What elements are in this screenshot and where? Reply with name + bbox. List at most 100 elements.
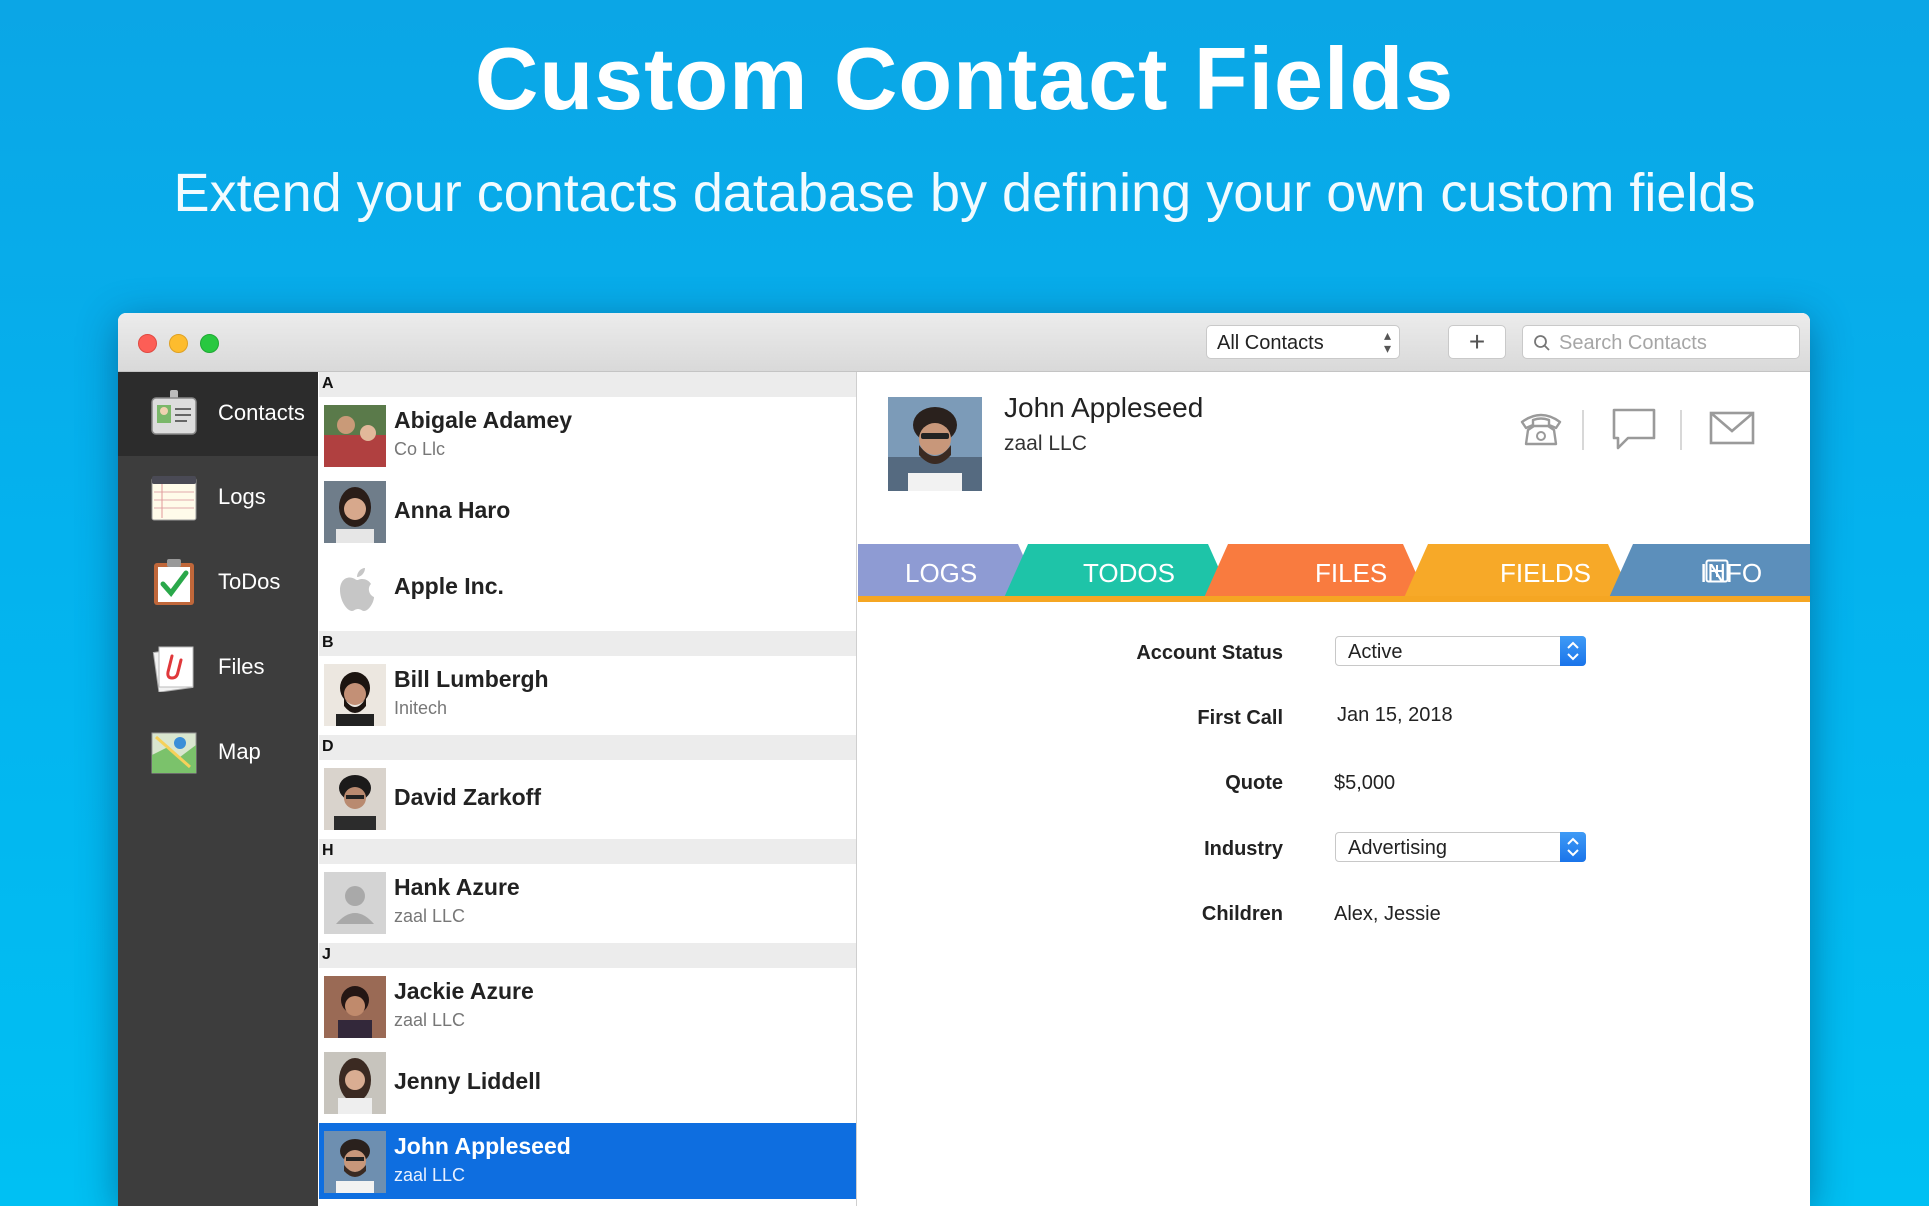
sidebar-item-files[interactable]: Files: [118, 626, 318, 710]
tab-underline: [858, 596, 1810, 602]
contact-detail-company: zaal LLC: [1004, 432, 1087, 455]
contact-company: Co Llc: [394, 439, 446, 459]
scope-select-value: All Contacts: [1217, 332, 1324, 354]
message-icon[interactable]: [1610, 406, 1658, 450]
contact-photo[interactable]: [888, 397, 982, 491]
contact-name: Hank Azure: [394, 874, 520, 900]
contact-row[interactable]: Jenny Liddell: [319, 1044, 856, 1120]
section-header: B: [319, 631, 856, 656]
sidebar-item-label: Logs: [218, 484, 266, 509]
zoom-window-button[interactable]: [200, 334, 219, 353]
account-status-value: Active: [1348, 641, 1403, 663]
field-label-first-call: First Call: [1197, 707, 1283, 729]
chevron-updown-icon: [1560, 636, 1586, 666]
contact-row[interactable]: Apple Inc.: [319, 549, 856, 625]
field-label-industry: Industry: [1204, 838, 1283, 860]
phone-icon[interactable]: [1518, 408, 1564, 448]
sidebar-item-label: Map: [218, 739, 261, 764]
plus-icon: +: [1468, 326, 1486, 357]
detail-tabs: LOGS TODOS FILES FIELDS INFO: [858, 544, 1810, 600]
contact-name: Bill Lumbergh: [394, 666, 549, 692]
sidebar-item-contacts[interactable]: Contacts: [118, 372, 318, 456]
mail-icon[interactable]: [1708, 410, 1756, 446]
section-letter: A: [322, 375, 334, 392]
hero-subtitle: Extend your contacts database by definin…: [173, 163, 1756, 223]
avatar-placeholder-icon: [324, 872, 386, 934]
avatar: [324, 1131, 386, 1193]
map-icon: [151, 732, 197, 774]
field-label-quote: Quote: [1225, 772, 1283, 794]
contact-name: Jenny Liddell: [394, 1068, 541, 1094]
contact-detail: John Appleseed zaal LLC LOGS TODOS FILES…: [858, 372, 1810, 1206]
divider: [1582, 410, 1584, 450]
close-window-button[interactable]: [138, 334, 157, 353]
sidebar-item-map[interactable]: Map: [118, 711, 318, 795]
sidebar-item-todos[interactable]: ToDos: [118, 541, 318, 625]
avatar: [324, 1052, 386, 1114]
sidebar: Contacts Logs ToDos Files Map: [118, 372, 318, 1206]
contact-company: zaal LLC: [394, 1165, 466, 1185]
contact-actions: [1518, 402, 1788, 452]
section-letter: B: [322, 634, 334, 651]
contact-row[interactable]: Anna Haro: [319, 473, 856, 549]
tab-todos[interactable]: TODOS: [1083, 558, 1175, 589]
contact-row[interactable]: Hank Azure zaal LLC: [319, 864, 856, 940]
contact-company: Initech: [394, 698, 448, 718]
contact-row-selected[interactable]: John Appleseed zaal LLC: [319, 1123, 856, 1199]
sidebar-item-label: ToDos: [218, 569, 281, 594]
first-call-value[interactable]: Jan 15, 2018: [1337, 704, 1453, 727]
section-letter: H: [322, 842, 334, 859]
contact-name: Abigale Adamey: [394, 407, 573, 433]
avatar: [324, 768, 386, 830]
contact-list: A Abigale Adamey Co Llc Anna Haro Apple …: [319, 372, 857, 1206]
chevron-updown-icon: [1560, 832, 1586, 862]
section-header: J: [319, 943, 856, 968]
hero-title: Custom Contact Fields: [474, 29, 1455, 128]
section-letter: D: [322, 738, 334, 755]
contact-row[interactable]: Jackie Azure zaal LLC: [319, 968, 856, 1044]
files-paperclip-icon: [152, 646, 194, 692]
avatar: [324, 481, 386, 543]
tab-logs[interactable]: LOGS: [905, 558, 977, 589]
section-header: D: [319, 735, 856, 760]
tab-fields[interactable]: FIELDS: [1500, 558, 1591, 589]
contact-name: Anna Haro: [394, 497, 511, 523]
contact-company: zaal LLC: [394, 906, 466, 926]
app-window: All Contacts ▴ ▾ + Search Contacts Conta…: [118, 313, 1810, 1206]
contacts-scope-select[interactable]: All Contacts ▴ ▾: [1206, 325, 1400, 359]
contact-name: Jackie Azure: [394, 978, 534, 1004]
titlebar: All Contacts ▴ ▾ + Search Contacts: [118, 313, 1810, 372]
account-status-select[interactable]: Active: [1335, 636, 1586, 666]
sidebar-item-label: Contacts: [218, 400, 305, 425]
contact-name: David Zarkoff: [394, 784, 541, 810]
section-header: A: [319, 372, 856, 397]
children-value[interactable]: Alex, Jessie: [1334, 903, 1441, 926]
contact-company: zaal LLC: [394, 1010, 466, 1030]
industry-select[interactable]: Advertising: [1335, 832, 1586, 862]
search-input[interactable]: Search Contacts: [1522, 325, 1800, 359]
avatar: [324, 405, 386, 467]
contact-row[interactable]: David Zarkoff: [319, 760, 856, 836]
search-placeholder: Search Contacts: [1559, 332, 1707, 354]
add-contact-button[interactable]: +: [1448, 325, 1506, 359]
avatar: [324, 976, 386, 1038]
section-letter: J: [322, 946, 331, 963]
tab-files[interactable]: FILES: [1315, 558, 1387, 589]
field-label-children: Children: [1201, 903, 1283, 925]
field-label-account-status: Account Status: [1136, 642, 1283, 664]
contact-row[interactable]: Abigale Adamey Co Llc: [319, 397, 856, 473]
logs-notepad-icon: [151, 476, 197, 521]
search-icon: [1534, 335, 1550, 351]
divider: [1680, 410, 1682, 450]
sidebar-item-logs[interactable]: Logs: [118, 456, 318, 540]
minimize-window-button[interactable]: [169, 334, 188, 353]
sidebar-item-label: Files: [218, 654, 265, 679]
chevron-updown-icon: ▴ ▾: [1383, 327, 1391, 356]
contact-row[interactable]: Bill Lumbergh Initech: [319, 656, 856, 732]
quote-value[interactable]: $5,000: [1334, 772, 1395, 795]
tab-info[interactable]: INFO: [1700, 558, 1762, 589]
avatar: [324, 664, 386, 726]
contacts-card-icon: [151, 390, 197, 435]
section-header: H: [319, 839, 856, 864]
industry-value: Advertising: [1348, 837, 1447, 859]
